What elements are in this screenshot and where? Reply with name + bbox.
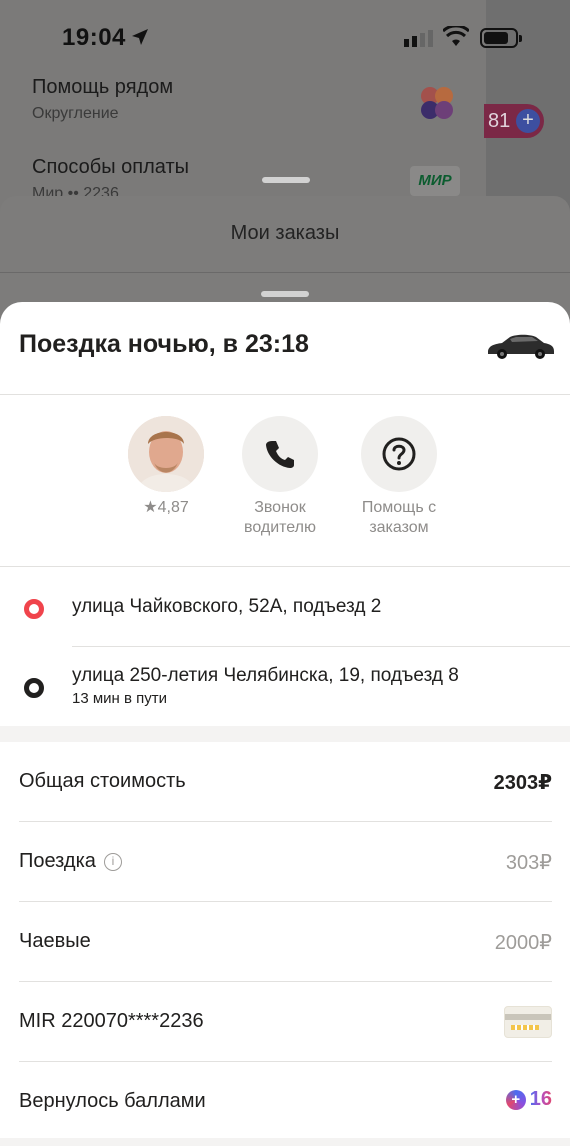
cellular-signal-icon (404, 30, 433, 47)
plus-icon: + (516, 109, 540, 133)
section-gap (0, 726, 570, 742)
pickup-point-icon (24, 599, 44, 619)
bonus-points-value: 16 (529, 1088, 552, 1110)
pickup-address: улица Чайковского, 52А, подъезд 2 (72, 596, 382, 617)
total-cost-row: Общая стоимость 2303₽ (19, 742, 552, 822)
divider (0, 394, 570, 395)
car-icon (488, 334, 554, 359)
ride-cost-label-wrap: Поездка i (19, 850, 122, 873)
trip-details-sheet: Поездка ночью, в 23:18 ★4,87 Звонок води… (0, 302, 570, 1146)
driver-profile[interactable]: ★4,87 (106, 416, 226, 518)
trip-duration: 13 мин в пути (72, 690, 168, 707)
plus-points-icon: + (505, 1089, 526, 1110)
wifi-icon (443, 26, 469, 46)
status-bar: 19:04 (0, 0, 570, 70)
help-nearby-icon (421, 87, 453, 119)
driver-photo (128, 416, 204, 492)
route: улица Чайковского, 52А, подъезд 2 улица … (0, 566, 570, 726)
location-arrow-icon (132, 29, 148, 45)
ride-cost-row[interactable]: Поездка i 303₽ (19, 822, 552, 902)
ride-cost-value: 303₽ (505, 852, 552, 874)
bg-sheet-handle[interactable] (262, 177, 310, 183)
destination-point-icon (24, 678, 44, 698)
call-driver-button[interactable] (242, 416, 318, 492)
bottom-gap (0, 1138, 570, 1146)
call-driver[interactable]: Звонок водителю (220, 416, 340, 538)
mir-logo: МИР (410, 166, 460, 196)
order-help-button[interactable] (361, 416, 437, 492)
trip-actions: ★4,87 Звонок водителю Помощь с заказом (0, 416, 570, 566)
bg-row-subtitle: Округление (32, 105, 119, 122)
status-time: 19:04 (62, 24, 126, 51)
battery-icon (480, 28, 522, 48)
bonus-points-row: Вернулось баллами + 16 (19, 1062, 552, 1142)
bank-card-icon (504, 1006, 552, 1038)
bonus-points: + 16 (505, 1088, 552, 1111)
bg-row-title: Помощь рядом (32, 76, 174, 98)
destination-address: улица 250-летия Челябинска, 19, подъезд … (72, 665, 459, 686)
driver-avatar[interactable] (128, 416, 204, 492)
bg-row-title: Способы оплаты (32, 156, 189, 178)
bonus-badge-value: 81 (488, 110, 511, 132)
orders-sheet-handle[interactable] (261, 291, 309, 297)
call-driver-label: Звонок водителю (244, 499, 316, 536)
divider (0, 272, 570, 273)
order-help-label: Помощь с заказом (361, 499, 437, 536)
phone-icon (266, 441, 294, 468)
order-help[interactable]: Помощь с заказом (339, 416, 459, 538)
question-icon (382, 437, 416, 471)
total-cost-label: Общая стоимость (19, 770, 186, 792)
bg-row-help-nearby: Помощь рядом Округление (32, 76, 173, 123)
tips-label: Чаевые (19, 930, 91, 952)
payment-card-label: MIR 220070****2236 (19, 1010, 204, 1032)
payment-card-row: MIR 220070****2236 (19, 982, 552, 1062)
total-cost-value: 2303₽ (493, 772, 552, 794)
bonus-points-label: Вернулось баллами (19, 1090, 206, 1112)
bonus-badge: 81 + (484, 104, 544, 138)
tips-row: Чаевые 2000₽ (19, 902, 552, 982)
orders-title: Мои заказы (230, 222, 340, 244)
driver-rating: ★4,87 (143, 499, 189, 516)
ride-cost-label: Поездка (19, 850, 96, 872)
info-icon[interactable]: i (103, 853, 122, 871)
divider (72, 646, 570, 647)
tips-value: 2000₽ (494, 932, 552, 954)
trip-title: Поездка ночью, в 23:18 (19, 330, 309, 358)
